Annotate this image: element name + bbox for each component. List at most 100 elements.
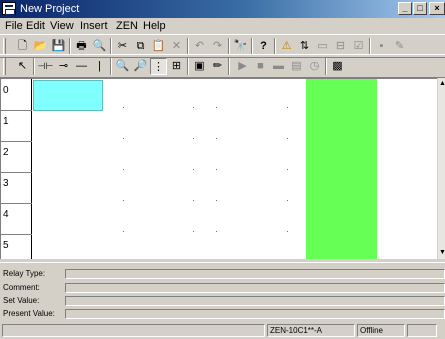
grid-dot — [123, 231, 124, 232]
ladder-editor[interactable]: 0 1 2 3 4 5 — [0, 78, 437, 259]
redo-icon: ↷ — [212, 40, 223, 52]
grid-button[interactable]: ⋮ — [150, 58, 167, 75]
scroll-down-arrow-icon[interactable]: ▼ — [439, 249, 445, 257]
print-preview-button[interactable]: 🔍 — [91, 38, 108, 55]
print-button[interactable]: 🖶 — [73, 38, 90, 55]
grid-dot — [193, 107, 194, 108]
horizontal-line-button[interactable]: — — [73, 58, 90, 75]
rung-divider — [1, 110, 32, 111]
title-bar[interactable]: New Project _ □ × — [0, 0, 445, 18]
rung-divider — [1, 234, 32, 235]
toolbar-separator — [187, 38, 189, 55]
vertical-scrollbar[interactable]: ▲ ▼ — [437, 78, 445, 259]
toolbar-separator — [69, 38, 71, 55]
grid-dot — [216, 200, 217, 201]
toolbar-separator — [110, 58, 112, 75]
screen-button[interactable]: ▩ — [329, 58, 346, 75]
print-icon: 🖶 — [76, 40, 87, 52]
io-monitor-icon: ▤ — [291, 60, 302, 72]
new-button[interactable]: 🗋 — [14, 38, 31, 55]
grid-dot — [193, 231, 194, 232]
insert-line-icon: ⊞ — [171, 60, 182, 72]
compare-button[interactable]: ⊟ — [332, 38, 349, 55]
minimize-button[interactable]: _ — [398, 2, 412, 15]
edit-mode-button[interactable]: ✏ — [209, 58, 226, 75]
toolbar-separator — [110, 38, 112, 55]
menu-zen[interactable]: ZEN — [113, 19, 141, 33]
toolbar-grip[interactable] — [3, 58, 6, 75]
run-button[interactable]: ▶ — [234, 58, 251, 75]
edit-mode-icon: ✏ — [212, 60, 223, 72]
edit-button[interactable]: ✎ — [391, 38, 408, 55]
scroll-up-arrow-icon[interactable]: ▲ — [439, 80, 445, 88]
copy-button[interactable]: ⧉ — [132, 38, 149, 55]
rung-number: 0 — [3, 85, 9, 96]
timer-button[interactable]: ◷ — [306, 58, 323, 75]
undo-icon: ↶ — [194, 40, 205, 52]
cell-cursor[interactable] — [33, 80, 103, 111]
menu-help[interactable]: Help — [140, 19, 169, 33]
app-icon[interactable] — [2, 2, 16, 15]
stop-icon: ■ — [257, 60, 264, 72]
rung-number: 2 — [3, 147, 9, 158]
delete-button[interactable]: ✕ — [168, 38, 185, 55]
grid-dot — [216, 169, 217, 170]
status-message-pane — [2, 324, 265, 337]
toolbar-separator — [274, 38, 276, 55]
grid-dot — [287, 107, 288, 108]
contact-no-button[interactable]: ⊣⊢ — [37, 58, 54, 75]
zoom-out-button[interactable]: 🔎 — [132, 58, 149, 75]
stop-button[interactable]: ■ — [252, 58, 269, 75]
check-button[interactable]: ☑ — [350, 38, 367, 55]
monitor-icon: ▭ — [317, 40, 328, 52]
undo-button[interactable]: ↶ — [191, 38, 208, 55]
insert-line-button[interactable]: ⊞ — [168, 58, 185, 75]
relay-type-field — [65, 269, 445, 279]
screen-icon: ▩ — [332, 60, 343, 72]
grid-icon: ⋮ — [153, 61, 164, 73]
toolbar-separator — [33, 58, 35, 75]
status-connection: Offline — [357, 324, 405, 337]
grid-dot — [123, 107, 124, 108]
program-mode-button[interactable]: ▬ — [270, 58, 287, 75]
help-button[interactable]: ? — [255, 38, 272, 55]
monitor-view-button[interactable]: ▣ — [191, 58, 208, 75]
find-icon: 🔭 — [233, 40, 248, 52]
status-model: ZEN-10C1**-A — [267, 324, 355, 337]
menu-view[interactable]: View — [47, 19, 77, 33]
vertical-line-icon: | — [98, 60, 101, 72]
select-button[interactable]: ↖ — [14, 58, 31, 75]
grid-dot — [193, 138, 194, 139]
monitor-button[interactable]: ▭ — [314, 38, 331, 55]
toolbar-grip[interactable] — [3, 38, 6, 55]
io-monitor-button[interactable]: ▤ — [288, 58, 305, 75]
close-button[interactable]: × — [429, 2, 445, 15]
redo-button[interactable]: ↷ — [209, 38, 226, 55]
save-button[interactable]: 💾 — [50, 38, 67, 55]
warning-button[interactable]: ⚠ — [278, 38, 295, 55]
check-icon: ☑ — [353, 40, 364, 52]
toolbar-separator — [251, 38, 253, 55]
run-icon: ▶ — [238, 60, 247, 72]
contact-nc-button[interactable]: ⊸ — [55, 58, 72, 75]
rung-number: 3 — [3, 178, 9, 189]
cut-icon: ✂ — [117, 40, 128, 52]
grid-dot — [123, 138, 124, 139]
menu-insert[interactable]: Insert — [77, 19, 111, 33]
zoom-in-button[interactable]: 🔍 — [114, 58, 131, 75]
transfer-button[interactable]: ⇅ — [296, 38, 313, 55]
grid-dot — [287, 169, 288, 170]
cut-button[interactable]: ✂ — [114, 38, 131, 55]
open-button[interactable]: 📂 — [32, 38, 49, 55]
status-extra-pane — [407, 324, 437, 337]
compare-icon: ⊟ — [335, 40, 346, 52]
find-button[interactable]: 🔭 — [232, 38, 249, 55]
menu-edit[interactable]: Edit — [23, 19, 48, 33]
paste-button[interactable]: 📋 — [150, 38, 167, 55]
toolbar-separator — [325, 58, 327, 75]
delete-icon: ✕ — [171, 40, 182, 52]
io-set-button[interactable]: ▪ — [373, 38, 390, 55]
present-value-label: Present Value: — [3, 309, 55, 318]
maximize-button[interactable]: □ — [413, 2, 427, 15]
vertical-line-button[interactable]: | — [91, 58, 108, 75]
